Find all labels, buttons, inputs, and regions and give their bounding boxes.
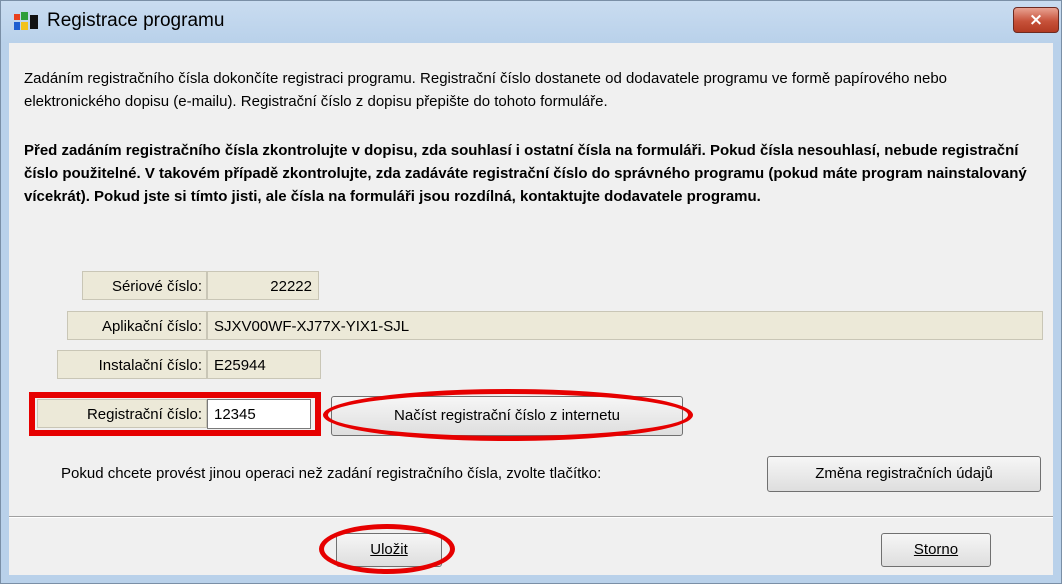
title-bar[interactable]: Registrace programu × (1, 1, 1061, 43)
highlight-oval-save-button (319, 524, 455, 574)
warning-text: Před zadáním registračního čísla zkontro… (24, 142, 1027, 205)
install-number-label: Instalační číslo: (57, 350, 207, 379)
highlight-box-reg-number (29, 392, 321, 436)
change-registration-button[interactable]: Změna registračních údajů (767, 456, 1041, 492)
install-number-field: E25944 (207, 350, 321, 379)
cancel-button[interactable]: Storno (881, 533, 991, 567)
intro-text: Zadáním registračního čísla dokončíte re… (24, 70, 948, 110)
dialog-body: Zadáním registračního čísla dokončíte re… (9, 43, 1053, 575)
app-number-label: Aplikační číslo: (67, 311, 207, 340)
serial-number-field: 22222 (207, 271, 319, 300)
other-operation-text: Pokud chcete provést jinou operaci než z… (61, 465, 602, 482)
close-icon: × (1028, 10, 1044, 30)
close-button[interactable]: × (1013, 7, 1059, 33)
serial-number-label: Sériové číslo: (82, 271, 207, 300)
highlight-oval-fetch-button (323, 389, 693, 441)
footer-separator (9, 516, 1053, 518)
window-title: Registrace programu (47, 10, 225, 31)
app-icon (14, 12, 38, 30)
registration-dialog: Registrace programu × Zadáním registračn… (0, 0, 1062, 584)
app-number-field: SJXV00WF-XJ77X-YIX1-SJL (207, 311, 1043, 340)
